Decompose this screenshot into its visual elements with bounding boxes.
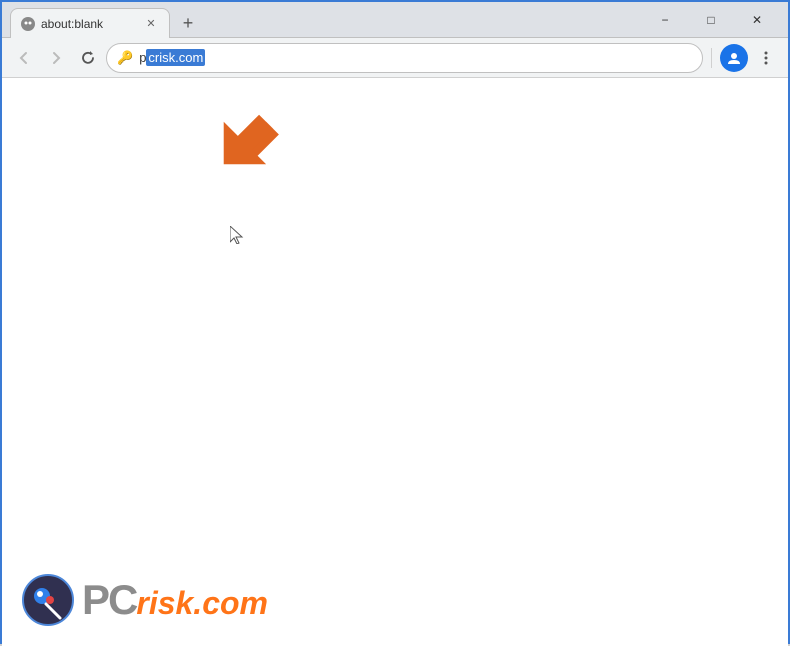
forward-button[interactable]	[42, 44, 70, 72]
watermark-pc: PC	[82, 576, 136, 624]
tab-favicon	[21, 17, 35, 31]
watermark-text: PC risk.com	[82, 576, 268, 624]
profile-icon	[726, 50, 742, 66]
active-tab[interactable]: about:blank ✕	[10, 8, 170, 38]
menu-button[interactable]	[752, 44, 780, 72]
orange-arrow	[202, 93, 302, 198]
nav-bar: 🔑 pcrisk.com	[2, 38, 788, 78]
reload-button[interactable]	[74, 44, 102, 72]
nav-divider	[711, 48, 712, 68]
pcrisk-logo-icon	[22, 574, 74, 626]
forward-icon	[48, 50, 64, 66]
watermark-risk: risk.com	[136, 585, 268, 622]
menu-icon	[758, 50, 774, 66]
window-controls: − □ ✕	[642, 5, 780, 35]
close-button[interactable]: ✕	[734, 5, 780, 35]
lock-icon: 🔑	[117, 50, 133, 66]
watermark: PC risk.com	[22, 574, 268, 626]
title-bar: about:blank ✕ + − □ ✕	[2, 2, 788, 38]
address-text[interactable]: pcrisk.com	[139, 50, 692, 65]
new-tab-button[interactable]: +	[174, 9, 202, 37]
mouse-cursor	[230, 226, 244, 249]
tab-title: about:blank	[41, 17, 137, 31]
back-icon	[16, 50, 32, 66]
minimize-button[interactable]: −	[642, 5, 688, 35]
content-area: PC risk.com	[2, 78, 788, 646]
profile-button[interactable]	[720, 44, 748, 72]
reload-icon	[80, 50, 96, 66]
maximize-button[interactable]: □	[688, 5, 734, 35]
address-bar[interactable]: 🔑 pcrisk.com	[106, 43, 703, 73]
tab-close-button[interactable]: ✕	[143, 16, 159, 32]
back-button[interactable]	[10, 44, 38, 72]
tab-area: about:blank ✕ +	[10, 2, 642, 37]
address-highlighted: crisk.com	[146, 49, 205, 66]
